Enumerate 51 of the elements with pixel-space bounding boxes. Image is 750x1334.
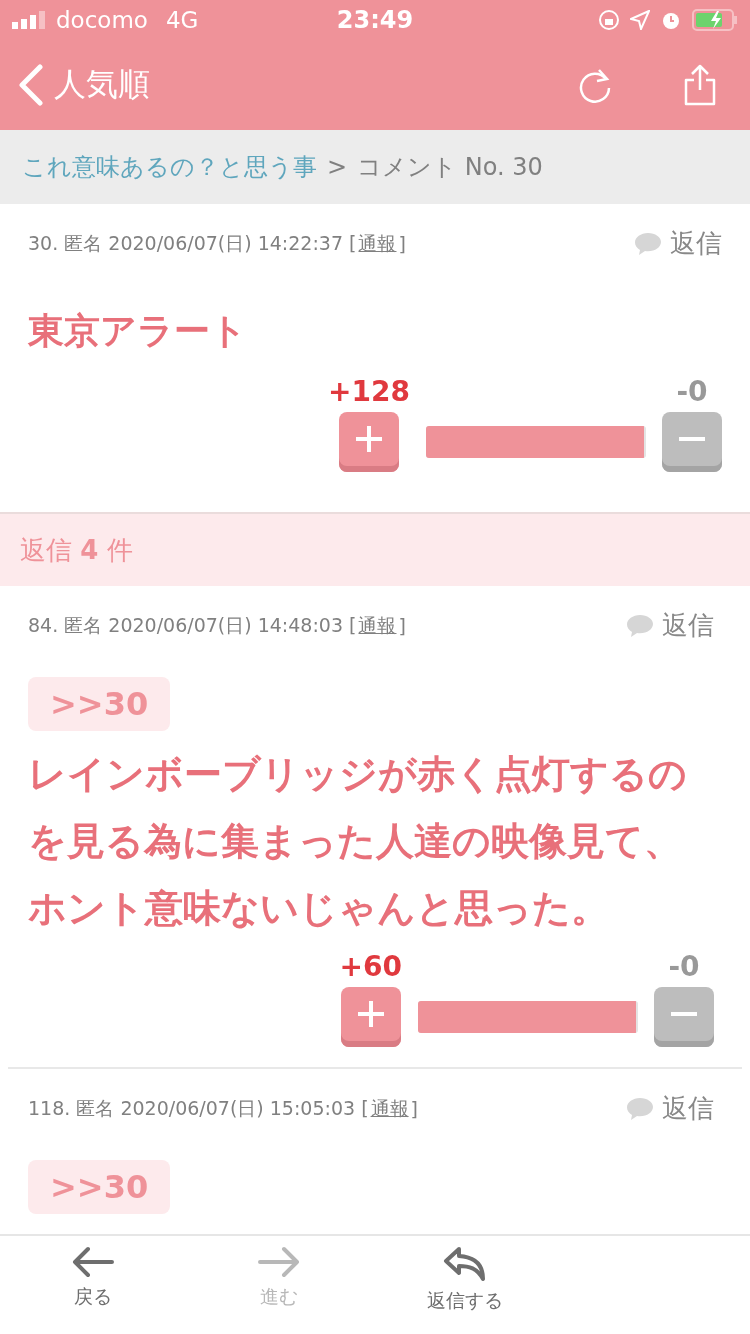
comment-meta: 118. 匿名 2020/06/07(日) 15:05:03 [ (28, 1095, 369, 1121)
plus-icon (354, 424, 385, 454)
battery-charging-icon (692, 9, 738, 31)
network-type: 4G (165, 7, 199, 33)
anchor-link[interactable]: >>30 (28, 1160, 171, 1214)
speech-bubble-icon (634, 231, 662, 256)
minus-count: -0 (667, 950, 701, 983)
share-icon[interactable] (682, 64, 718, 106)
comment-meta: 30. 匿名 2020/06/07(日) 14:22:37 [ (28, 230, 357, 256)
plus-count: +128 (328, 375, 410, 408)
reply-button[interactable]: 返信 (634, 226, 722, 261)
plus-vote-button[interactable] (339, 412, 400, 472)
breadcrumb-separator: > (327, 153, 348, 181)
back-chevron-icon[interactable] (18, 64, 44, 106)
breadcrumb-link[interactable]: これ意味あるの？と思う事 (22, 151, 317, 183)
refresh-icon[interactable] (578, 67, 612, 103)
reply-button[interactable]: 返信 (626, 1091, 714, 1126)
rotation-lock-icon (598, 9, 620, 31)
breadcrumb-current: コメント No. 30 (357, 152, 543, 183)
reply-count: 返信 4 件 (0, 512, 750, 586)
comment-text: 東京アラート (28, 309, 248, 353)
toolbar-button[interactable]: 戻る (0, 1236, 186, 1334)
minus-vote-button[interactable] (662, 412, 722, 472)
report-link[interactable]: 通報 (358, 612, 397, 639)
report-link[interactable]: 通報 (358, 230, 397, 257)
carrier-name: docomo (56, 7, 148, 33)
location-arrow-icon (630, 10, 650, 30)
comment-meta: 84. 匿名 2020/06/07(日) 14:48:03 [ (28, 612, 357, 638)
minus-vote-button[interactable] (654, 987, 714, 1047)
bracket-text: ] (398, 614, 406, 637)
clock-time: 23:49 (336, 6, 414, 34)
nav-title[interactable]: 人気順 (54, 63, 568, 107)
report-link[interactable]: 通報 (370, 1095, 409, 1122)
speech-bubble-icon (626, 613, 654, 638)
back-arrow-icon (72, 1246, 114, 1278)
anchor-link[interactable]: >>30 (28, 677, 171, 731)
reply-button[interactable]: 返信 (626, 608, 714, 643)
minus-count: -0 (675, 375, 709, 408)
forward-arrow-icon (258, 1246, 300, 1278)
minus-icon (669, 1012, 699, 1016)
toolbar-button[interactable]: 返信する (372, 1236, 558, 1334)
plus-icon (355, 999, 386, 1029)
speech-bubble-icon (626, 1096, 654, 1121)
comment-text: レインボーブリッジが赤く点灯するのを見る為に集まった人達の映像見て、ホント意味ないじゃんと思った。 (28, 751, 688, 932)
signal-icon (12, 11, 48, 29)
plus-vote-button[interactable] (340, 987, 401, 1047)
bracket-text: ] (398, 232, 406, 255)
bracket-text: ] (410, 1097, 418, 1120)
minus-icon (677, 437, 707, 441)
reply-arrow-icon (443, 1246, 487, 1282)
plus-count: +60 (339, 950, 402, 983)
